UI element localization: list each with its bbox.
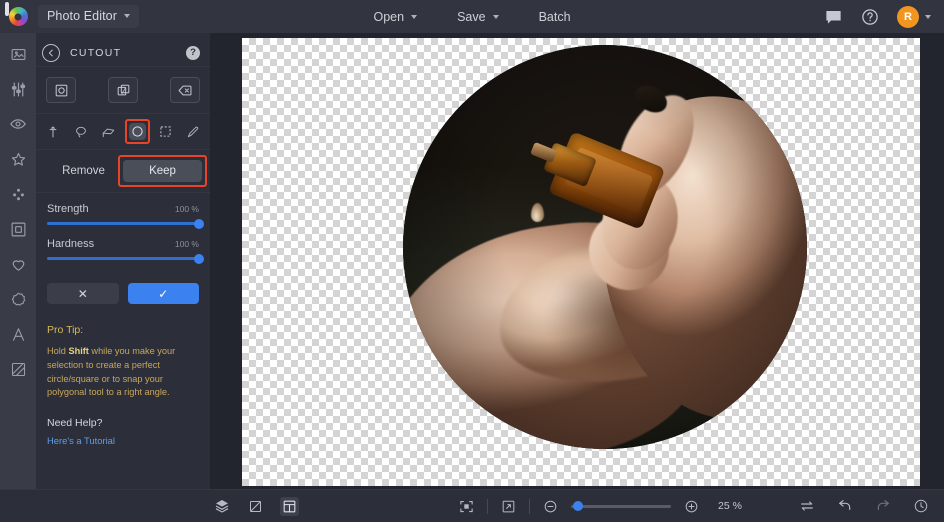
erase-mode-icon[interactable] <box>170 77 200 103</box>
tool-rail <box>0 33 36 489</box>
cutout-image[interactable] <box>403 45 807 449</box>
zoom-slider[interactable] <box>571 501 671 511</box>
need-help-label: Need Help? <box>47 417 103 430</box>
menu-batch[interactable]: Batch <box>533 6 577 28</box>
top-bar: Photo Editor Open Save Batch R <box>0 0 944 33</box>
bottom-right-tools <box>797 497 930 516</box>
sidebar-item-particles-icon[interactable] <box>7 183 29 205</box>
confirm-row: ✕ ✓ <box>36 279 210 316</box>
menu-batch-label: Batch <box>538 9 571 24</box>
pro-tip-heading: Pro Tip: <box>47 324 84 336</box>
zoom-in-button[interactable] <box>682 497 701 516</box>
sidebar-item-frame-icon[interactable] <box>7 218 29 240</box>
magic-wand-tool[interactable] <box>44 123 61 140</box>
cancel-button[interactable]: ✕ <box>47 283 119 304</box>
main-body: CUTOUT ? Remove Keep Strength 100 % Hard… <box>0 33 944 489</box>
sidebar-item-eye-icon[interactable] <box>7 113 29 135</box>
brush-tool[interactable] <box>185 123 202 140</box>
zoom-out-button[interactable] <box>541 497 560 516</box>
strength-label: Strength <box>47 203 89 215</box>
crop-icon[interactable] <box>246 497 265 516</box>
strength-slider[interactable] <box>47 218 204 229</box>
sidebar-item-texture-icon[interactable] <box>7 358 29 380</box>
zoom-level-label: 25 % <box>718 500 742 512</box>
bottom-bar: 25 % <box>0 489 944 522</box>
canvas-stage[interactable] <box>210 33 944 489</box>
cutout-mode-icon[interactable] <box>46 77 76 103</box>
ellipse-tool[interactable] <box>124 119 150 144</box>
sidebar-item-star-effects-icon[interactable] <box>7 148 29 170</box>
menu-open-label: Open <box>373 9 405 24</box>
hardness-value: 100 % <box>174 239 199 249</box>
menu-save-label: Save <box>457 9 486 24</box>
panel-help-icon[interactable]: ? <box>186 45 200 60</box>
pro-tip-section: Pro Tip: Hold Shift while you make your … <box>36 316 210 454</box>
hardness-slider[interactable] <box>47 253 204 264</box>
hardness-slider-fill <box>47 257 199 260</box>
divider <box>487 498 488 514</box>
panel-header: CUTOUT ? <box>36 39 210 67</box>
slider-group: Strength 100 % Hardness 100 % <box>36 193 210 279</box>
swap-icon[interactable] <box>797 497 816 516</box>
undo-icon[interactable] <box>835 497 854 516</box>
top-menu-group: Open Save Batch <box>0 6 944 28</box>
polygon-tool[interactable] <box>100 123 117 140</box>
layers-mode-icon[interactable] <box>108 77 138 103</box>
keep-button[interactable]: Keep <box>123 160 202 182</box>
pro-tip-body-strong: Shift <box>68 346 89 356</box>
strength-slider-handle[interactable] <box>194 218 204 229</box>
layers-icon[interactable] <box>212 497 231 516</box>
chevron-down-icon <box>492 14 499 19</box>
bottom-left-tools <box>212 496 299 516</box>
sidebar-item-sticker-icon[interactable] <box>7 288 29 310</box>
back-button[interactable] <box>42 43 60 62</box>
history-icon[interactable] <box>911 497 930 516</box>
sidebar-item-image-icon[interactable] <box>7 43 29 65</box>
selection-tools-row <box>36 114 210 150</box>
cutout-panel: CUTOUT ? Remove Keep Strength 100 % Hard… <box>36 33 210 489</box>
hardness-label: Hardness <box>47 238 95 250</box>
hardness-slider-label: Hardness 100 % <box>47 238 199 250</box>
page-title: CUTOUT <box>70 46 122 59</box>
divider <box>529 498 530 514</box>
fit-to-screen-icon[interactable] <box>457 497 476 516</box>
canvas-transparent-backdrop[interactable] <box>242 38 920 486</box>
sidebar-item-heart-icon[interactable] <box>7 253 29 275</box>
menu-open[interactable]: Open <box>367 6 423 28</box>
sidebar-item-text-icon[interactable] <box>7 323 29 345</box>
photo-vignette <box>403 45 807 449</box>
strength-slider-fill <box>47 222 199 225</box>
hardness-slider-handle[interactable] <box>194 253 204 264</box>
pro-tip-body-pre: Hold <box>47 346 69 356</box>
menu-save[interactable]: Save <box>451 6 505 28</box>
compare-icon[interactable] <box>280 496 299 516</box>
strength-value: 100 % <box>174 204 199 214</box>
sidebar-item-adjust-sliders-icon[interactable] <box>7 78 29 100</box>
tutorial-link[interactable]: Here's a Tutorial <box>47 435 199 446</box>
photo-editor-app: Photo Editor Open Save Batch R CUTOUT ? … <box>0 0 944 522</box>
mode-row <box>36 67 210 114</box>
strength-slider-label: Strength 100 % <box>47 203 199 215</box>
lasso-tool[interactable] <box>72 123 89 140</box>
apply-button[interactable]: ✓ <box>127 283 199 304</box>
remove-button[interactable]: Remove <box>44 160 123 182</box>
fullscreen-icon[interactable] <box>499 497 518 516</box>
rectangle-tool[interactable] <box>157 123 174 140</box>
zoom-slider-handle[interactable] <box>573 501 583 511</box>
pro-tip-body: Hold Shift while you make your selection… <box>47 345 199 400</box>
chevron-down-icon <box>411 14 418 19</box>
redo-icon[interactable] <box>873 497 892 516</box>
remove-keep-group: Remove Keep <box>36 150 210 193</box>
zoom-controls: 25 % <box>457 497 742 516</box>
